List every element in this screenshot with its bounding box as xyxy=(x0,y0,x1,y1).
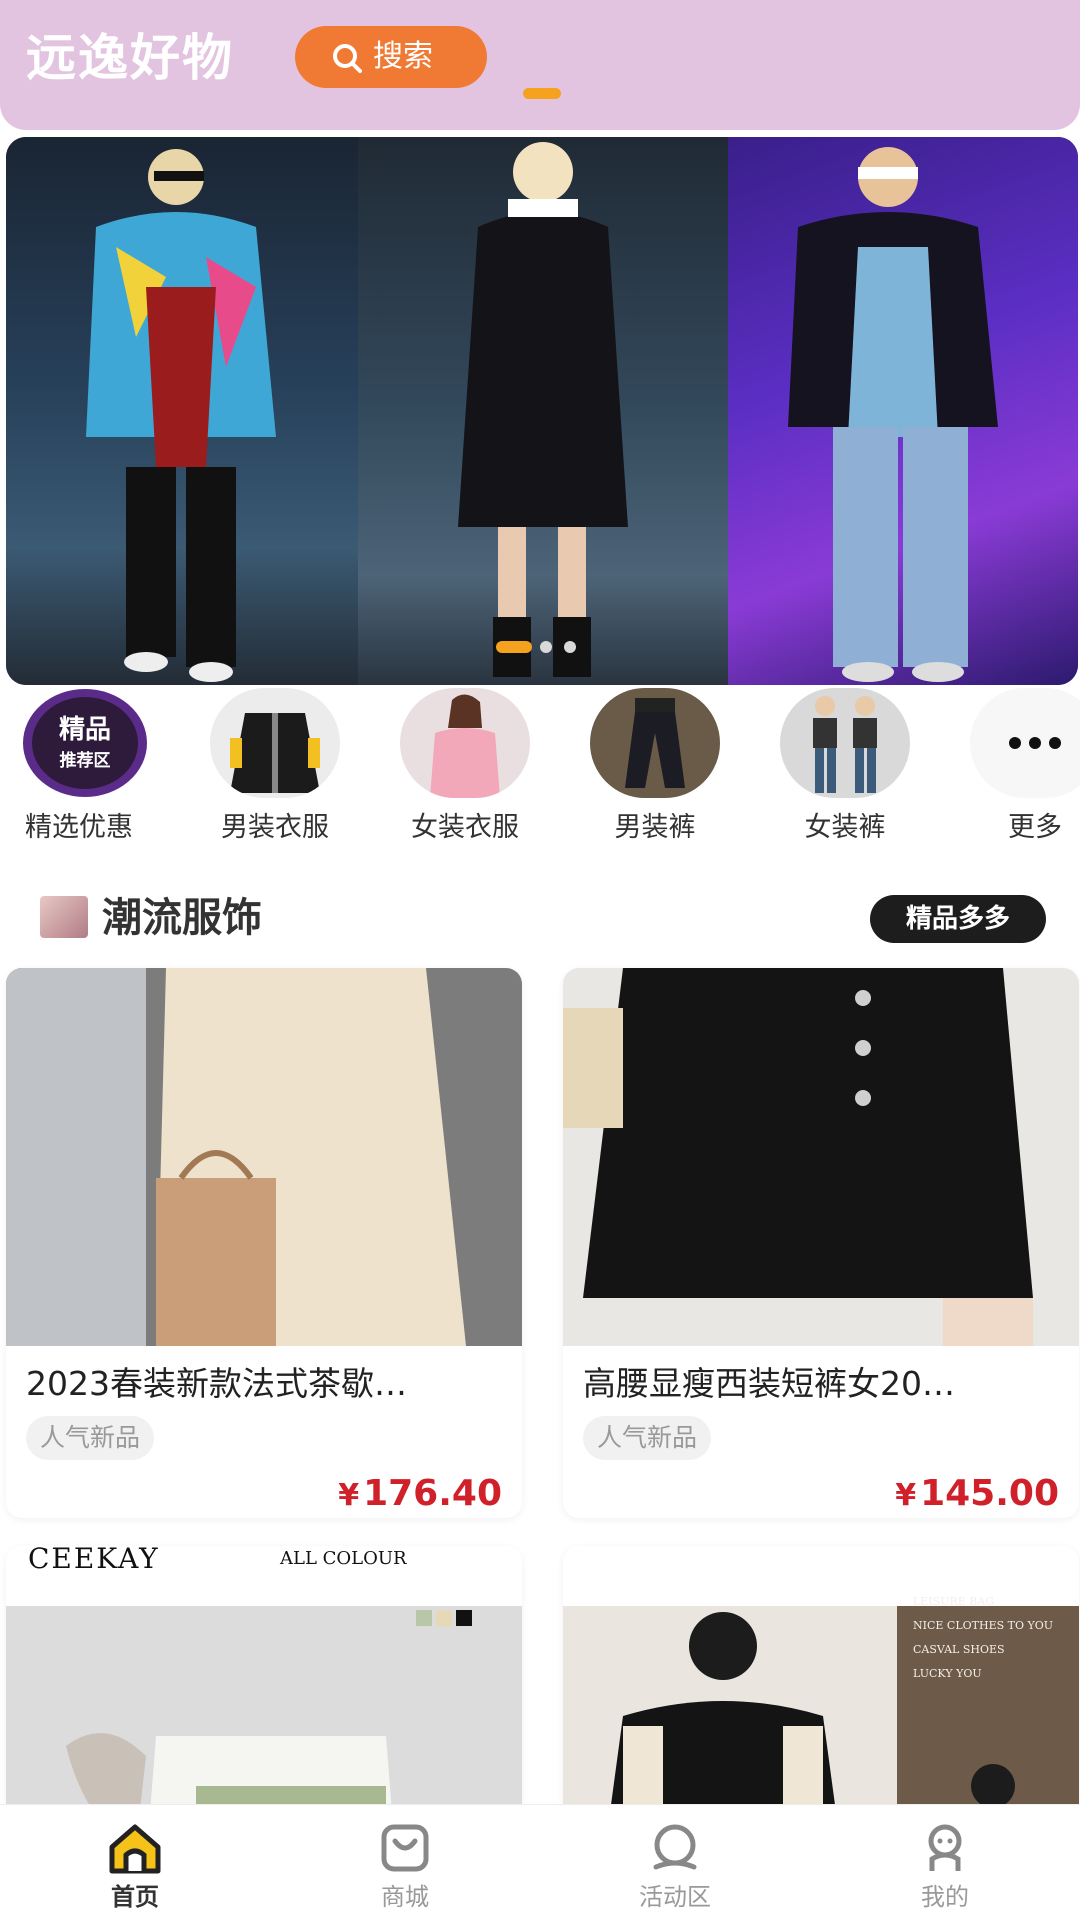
banner-slide-1 xyxy=(6,137,358,685)
product-title: 高腰显瘦西装短裤女20… xyxy=(583,1364,955,1403)
category-featured[interactable]: 精品 推荐区 精选优惠 xyxy=(0,688,150,848)
womens-pants-icon xyxy=(780,688,910,798)
carousel-dot-active[interactable] xyxy=(496,641,532,653)
product-image xyxy=(563,968,1079,1346)
category-label: 更多 xyxy=(1008,812,1062,843)
tab-label: 活动区 xyxy=(639,1883,711,1911)
product-tag: 人气新品 xyxy=(583,1416,712,1460)
product-tag: 人气新品 xyxy=(26,1416,155,1460)
banner-slide-3 xyxy=(728,137,1078,685)
look-list-item: LUCKY YOU xyxy=(913,1667,982,1680)
product-card[interactable]: 高腰显瘦西装短裤女20… 人气新品 ¥145.00 xyxy=(563,968,1079,1518)
top-header: 远逸好物 搜索 xyxy=(0,0,1080,130)
look-list-item: NICE CLOTHES TO YOU xyxy=(913,1619,1054,1632)
runway-model-image xyxy=(458,142,628,677)
colour-overlay: ALL COLOUR xyxy=(280,1548,407,1569)
look-list: LEISURE BAG NICE CLOTHES TO YOU CASVAL S… xyxy=(913,1590,1053,1686)
womens-top-icon xyxy=(400,688,530,798)
category-womens-pants[interactable]: 女装裤 xyxy=(760,688,910,848)
product-card[interactable]: CEEKAY ALL COLOUR xyxy=(6,1546,522,1804)
category-label: 女装裤 xyxy=(804,812,886,843)
runway-model-image xyxy=(788,147,998,682)
look-list-item: LEISURE BAG xyxy=(913,1595,995,1608)
product-price: ¥176.40 xyxy=(338,1466,502,1518)
header-indicator xyxy=(523,88,561,99)
activity-icon xyxy=(653,1824,697,1870)
product-title: 2023春装新款法式茶歇… xyxy=(26,1364,407,1403)
tab-profile[interactable]: 我的 xyxy=(810,1805,1080,1921)
more-products-button[interactable]: 精品多多 xyxy=(870,895,1046,943)
home-icon xyxy=(109,1824,161,1874)
banner-carousel[interactable] xyxy=(6,137,1078,685)
currency-symbol: ¥ xyxy=(338,1478,360,1513)
category-more[interactable]: 更多 xyxy=(950,688,1080,848)
look-list-item: CASVAL SHOES xyxy=(913,1643,1005,1656)
brand-overlay: CEEKAY xyxy=(28,1546,160,1575)
product-price: ¥145.00 xyxy=(895,1466,1059,1518)
price-value: 176.40 xyxy=(363,1473,502,1514)
runway-model-image xyxy=(86,149,276,682)
badge-line-1: 精品 xyxy=(59,715,111,745)
category-label: 女装衣服 xyxy=(411,812,519,843)
tab-label: 首页 xyxy=(111,1883,159,1911)
more-dots-icon xyxy=(970,688,1080,798)
search-label: 搜索 xyxy=(373,39,433,74)
bottom-tab-bar: 首页 商城 活动区 我的 xyxy=(0,1804,1080,1921)
mens-jacket-icon xyxy=(210,688,340,798)
brand-title: 远逸好物 xyxy=(26,29,234,87)
tab-label: 我的 xyxy=(921,1883,969,1911)
section-icon xyxy=(40,896,88,938)
badge-line-2: 推荐区 xyxy=(60,750,111,771)
carousel-dot[interactable] xyxy=(564,641,576,653)
category-label: 男装裤 xyxy=(614,812,696,843)
profile-icon xyxy=(928,1824,962,1871)
currency-symbol: ¥ xyxy=(895,1478,917,1513)
category-label: 男装衣服 xyxy=(221,812,329,843)
featured-badge-icon: 精品 推荐区 xyxy=(20,688,150,798)
section-title: 潮流服饰 xyxy=(102,895,262,941)
tab-home[interactable]: 首页 xyxy=(0,1805,270,1921)
tab-shop[interactable]: 商城 xyxy=(270,1805,540,1921)
search-icon xyxy=(333,44,362,73)
carousel-dot[interactable] xyxy=(540,641,552,653)
product-image xyxy=(6,1606,522,1804)
product-card[interactable]: LOOK LEISURE BAG NICE CLOTHES TO YOU CAS… xyxy=(563,1546,1079,1804)
category-mens-pants[interactable]: 男装裤 xyxy=(570,688,720,848)
look-overlay: LOOK xyxy=(905,1546,1058,1586)
tab-activity[interactable]: 活动区 xyxy=(540,1805,810,1921)
search-button[interactable]: 搜索 xyxy=(295,26,487,88)
mens-pants-icon xyxy=(590,688,720,798)
category-label: 精选优惠 xyxy=(25,812,133,843)
category-mens-clothes[interactable]: 男装衣服 xyxy=(190,688,340,848)
category-womens-clothes[interactable]: 女装衣服 xyxy=(380,688,530,848)
product-card[interactable]: 2023春装新款法式茶歇… 人气新品 ¥176.40 xyxy=(6,968,522,1518)
banner-slide-2 xyxy=(358,137,728,685)
product-image xyxy=(6,968,522,1346)
price-value: 145.00 xyxy=(920,1473,1059,1514)
shop-bag-icon xyxy=(381,1824,429,1872)
tab-label: 商城 xyxy=(381,1883,429,1911)
